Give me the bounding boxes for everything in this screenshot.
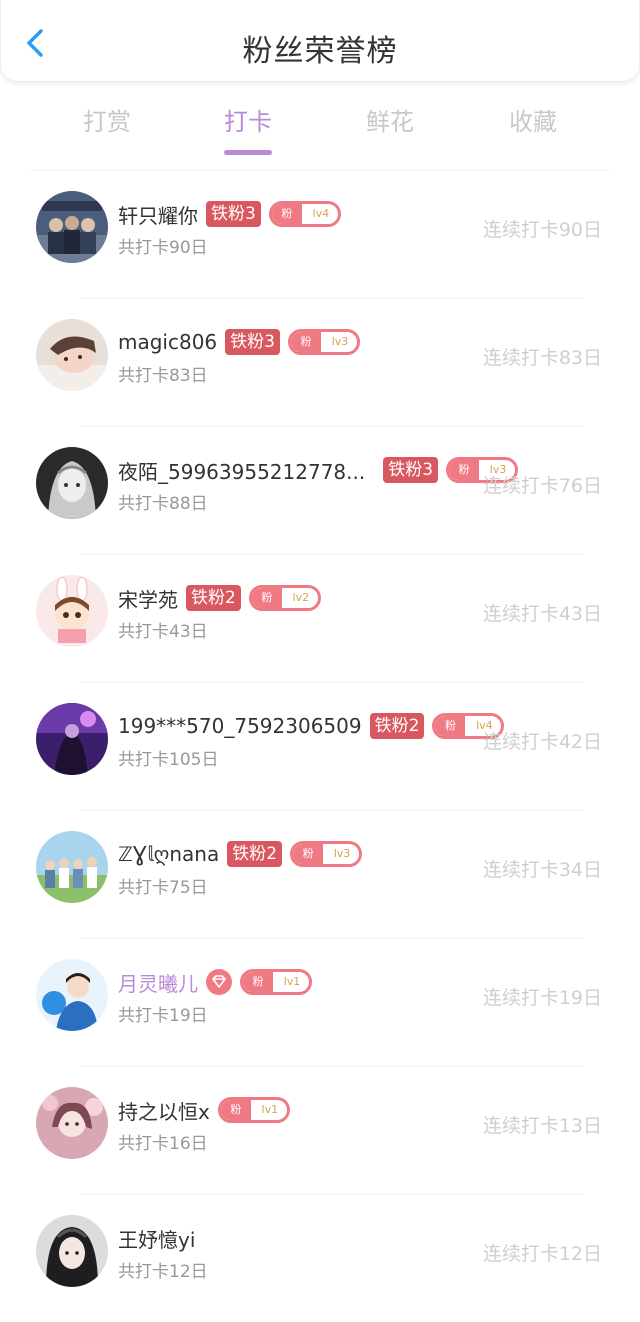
iron-fan-badge: 铁粉3 xyxy=(206,201,261,227)
streak-checkin-days: 连续打卡90日 xyxy=(482,219,602,241)
fan-level-badge: 粉 lv4 xyxy=(268,201,341,227)
fan-level-badge: 粉 lv2 xyxy=(248,585,321,611)
page-title: 粉丝荣誉榜 xyxy=(242,34,398,69)
streak-checkin-days: 连续打卡12日 xyxy=(482,1243,602,1265)
iron-fan-badge: 铁粉2 xyxy=(369,713,425,739)
total-checkin-days: 共打卡105日 xyxy=(118,750,219,770)
nickname: 月灵曦儿 xyxy=(118,971,198,996)
list-item[interactable]: 宋学苑 铁粉2 粉 lv2 共打卡43日 连续打卡43日 xyxy=(0,555,640,683)
iron-fan-badge: 铁粉2 xyxy=(227,841,283,867)
avatar[interactable] xyxy=(36,1215,108,1287)
nickname: 王妤憶yi xyxy=(118,1227,196,1252)
tab-bar: 打赏 打卡 鲜花 收藏 xyxy=(0,92,640,155)
nickname: magic806 xyxy=(118,330,218,354)
tab-flowers[interactable]: 鲜花 xyxy=(345,102,435,137)
fan-list: 轩只耀你 铁粉3 粉 lv4 共打卡90日 连续打卡90日 magic806 铁… xyxy=(0,171,640,1322)
active-tab-indicator xyxy=(224,150,272,155)
fan-badge-label: 粉 xyxy=(220,1100,251,1120)
total-checkin-days: 共打卡90日 xyxy=(118,238,208,258)
avatar[interactable] xyxy=(36,703,108,775)
nickname: 199***570_7592306509 xyxy=(118,714,362,738)
streak-checkin-days: 连续打卡34日 xyxy=(482,859,602,881)
nickname: 宋学苑 xyxy=(118,587,178,612)
fan-badge-level: lv3 xyxy=(333,847,351,860)
fan-badge-label: 粉 xyxy=(449,460,480,480)
streak-checkin-days: 连续打卡42日 xyxy=(482,731,602,753)
total-checkin-days: 共打卡16日 xyxy=(118,1134,208,1154)
avatar[interactable] xyxy=(36,447,108,519)
avatar[interactable] xyxy=(36,959,108,1031)
fan-level-badge: 粉 lv1 xyxy=(240,969,312,995)
list-item[interactable]: magic806 铁粉3 粉 lv3 共打卡83日 连续打卡83日 xyxy=(0,299,640,427)
total-checkin-days: 共打卡75日 xyxy=(118,878,208,898)
total-checkin-days: 共打卡19日 xyxy=(118,1006,208,1026)
total-checkin-days: 共打卡83日 xyxy=(118,366,208,386)
avatar[interactable] xyxy=(36,575,108,647)
diamond-vip-icon xyxy=(206,969,232,995)
list-item[interactable]: 持之以恒x 粉 lv1 共打卡16日 连续打卡13日 xyxy=(0,1067,640,1195)
tab-tips[interactable]: 打赏 xyxy=(62,102,152,137)
fan-badge-label: 粉 xyxy=(271,204,302,224)
iron-fan-badge: 铁粉3 xyxy=(383,457,439,483)
total-checkin-days: 共打卡88日 xyxy=(118,494,208,514)
fan-level-badge: 粉 lv1 xyxy=(217,1097,290,1123)
tab-checkin-label: 打卡 xyxy=(224,108,272,136)
fan-badge-label: 粉 xyxy=(291,332,321,352)
list-item[interactable]: 月灵曦儿 粉 lv1 共打卡19日 连续打卡19日 xyxy=(0,939,640,1067)
fan-level-badge: 粉 lv3 xyxy=(288,329,360,355)
top-bar: 粉丝荣誉榜 xyxy=(0,0,640,82)
fan-badge-level: lv4 xyxy=(312,207,330,220)
list-item[interactable]: 199***570_7592306509 铁粉2 粉 lv4 共打卡105日 连… xyxy=(0,683,640,811)
fan-badge-label: 粉 xyxy=(251,588,282,608)
nickname: ℤƔ𝕝ღnana xyxy=(118,842,220,866)
streak-checkin-days: 连续打卡13日 xyxy=(482,1115,602,1137)
fan-badge-level: lv1 xyxy=(261,1103,279,1116)
fan-badge-label: 粉 xyxy=(293,844,324,864)
total-checkin-days: 共打卡12日 xyxy=(118,1262,208,1282)
list-item[interactable]: ℤƔ𝕝ღnana 铁粉2 粉 lv3 共打卡75日 连续打卡34日 xyxy=(0,811,640,939)
total-checkin-days: 共打卡43日 xyxy=(118,622,208,642)
iron-fan-badge: 铁粉2 xyxy=(186,585,241,611)
streak-checkin-days: 连续打卡43日 xyxy=(482,603,602,625)
nickname: 持之以恒x xyxy=(118,1099,210,1124)
streak-checkin-days: 连续打卡83日 xyxy=(482,347,602,369)
fan-badge-label: 粉 xyxy=(243,972,273,992)
tab-favorites[interactable]: 收藏 xyxy=(488,102,578,137)
avatar[interactable] xyxy=(36,319,108,391)
fan-badge-level: lv1 xyxy=(283,975,301,988)
nickname: 夜陌_59963955212778... xyxy=(118,459,366,484)
streak-checkin-days: 连续打卡76日 xyxy=(482,475,602,497)
iron-fan-badge: 铁粉3 xyxy=(225,329,280,355)
avatar[interactable] xyxy=(36,191,108,263)
nickname: 轩只耀你 xyxy=(118,203,198,228)
avatar[interactable] xyxy=(36,831,108,903)
fan-badge-label: 粉 xyxy=(435,716,466,736)
list-item[interactable]: 王妤憶yi 共打卡12日 连续打卡12日 xyxy=(0,1195,640,1322)
streak-checkin-days: 连续打卡19日 xyxy=(482,987,602,1009)
list-item[interactable]: 夜陌_59963955212778... 铁粉3 粉 lv3 共打卡88日 连续… xyxy=(0,427,640,555)
tab-checkin[interactable]: 打卡 xyxy=(203,102,293,155)
fan-badge-level: lv3 xyxy=(331,335,349,348)
avatar[interactable] xyxy=(36,1087,108,1159)
fan-level-badge: 粉 lv3 xyxy=(290,841,363,867)
fan-badge-level: lv2 xyxy=(292,591,310,604)
list-item[interactable]: 轩只耀你 铁粉3 粉 lv4 共打卡90日 连续打卡90日 xyxy=(0,171,640,299)
